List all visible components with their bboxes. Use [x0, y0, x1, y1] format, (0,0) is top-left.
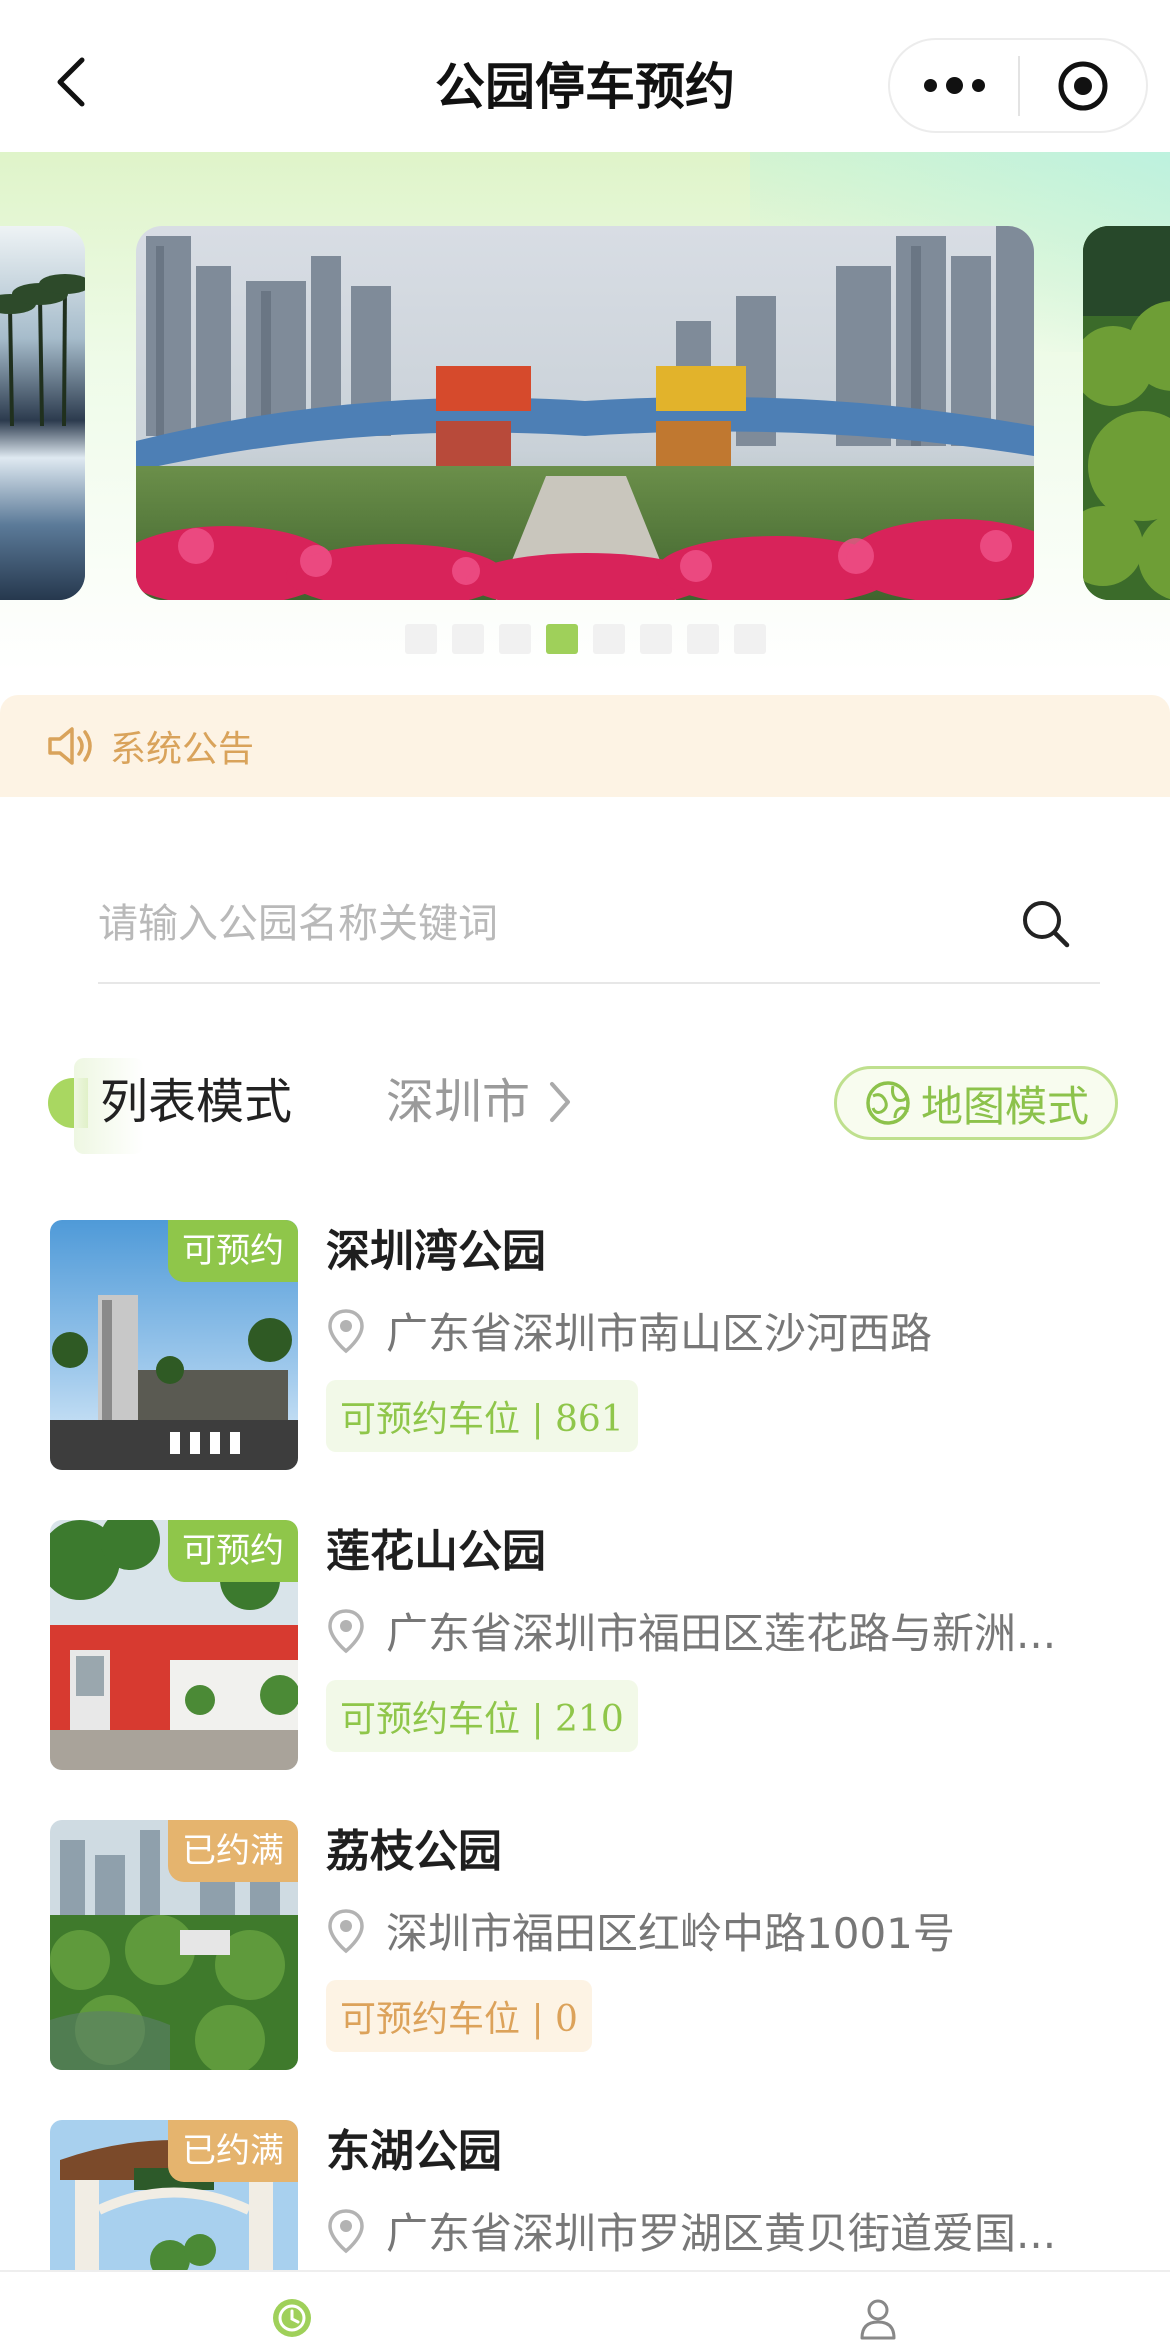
- park-thumbnail: 已约满: [50, 2120, 298, 2270]
- more-dot-icon: [971, 79, 985, 92]
- more-dot-icon: [945, 77, 963, 94]
- banner-slide-current[interactable]: [136, 226, 1034, 600]
- park-address-text: 广东省深圳市福田区莲花路与新洲...: [386, 1609, 1057, 1658]
- park-address: 广东省深圳市南山区沙河西路: [326, 1300, 1116, 1361]
- map-mode-label: 地图模式: [920, 1081, 1089, 1131]
- park-name: 东湖公园: [326, 2126, 502, 2177]
- notice-label: 系统公告: [110, 729, 255, 770]
- more-dot-icon: [923, 79, 937, 92]
- system-notice-bar[interactable]: 系统公告: [0, 695, 1170, 797]
- park-name: 荔枝公园: [326, 1826, 502, 1877]
- search-icon: [1023, 901, 1070, 948]
- pagination-dot[interactable]: [640, 624, 672, 654]
- park-address: 广东省深圳市福田区莲花路与新洲...: [326, 1600, 1116, 1661]
- tab-home[interactable]: [262, 2288, 322, 2348]
- park-thumbnail: 可预约: [50, 1220, 298, 1470]
- location-pin-icon: [328, 1608, 364, 1653]
- profile-icon: [860, 2299, 896, 2340]
- search-button[interactable]: [1016, 894, 1076, 954]
- park-status-badge: 可预约: [168, 1520, 298, 1582]
- pagination-dot[interactable]: [405, 624, 437, 654]
- park-address: 深圳市福田区红岭中路1001号: [326, 1900, 1116, 1961]
- location-pin-icon: [328, 1308, 364, 1353]
- palm-trees-image: [0, 226, 85, 600]
- home-clock-icon: [273, 2299, 311, 2337]
- park-thumbnail: 可预约: [50, 1520, 298, 1770]
- list-mode-tab[interactable]: 列表模式: [100, 1068, 292, 1136]
- available-slots-tag: 可预约车位 | 861: [326, 1380, 638, 1452]
- tab-profile[interactable]: [848, 2288, 908, 2348]
- target-icon: [1058, 61, 1108, 110]
- park-card[interactable]: 已约满 东湖公园 广东省深圳市罗湖区黄贝街道爱国...: [0, 2120, 1170, 2270]
- speaker-icon: [48, 727, 92, 765]
- park-status-badge: 可预约: [168, 1220, 298, 1282]
- forest-image: [1083, 226, 1170, 600]
- map-mode-button[interactable]: 地图模式: [834, 1066, 1118, 1140]
- park-card[interactable]: 可预约 莲花山公园 广东省深圳市福田区莲花路与新洲... 可预约车位 | 210: [0, 1520, 1170, 1770]
- park-status-badge: 已约满: [168, 2120, 298, 2182]
- globe-icon: [866, 1081, 910, 1125]
- close-program-button[interactable]: [1020, 40, 1146, 131]
- park-status-badge: 已约满: [168, 1820, 298, 1882]
- city-selector[interactable]: 深圳市: [386, 1068, 574, 1136]
- mini-program-capsule: [888, 38, 1148, 133]
- park-address-text: 广东省深圳市南山区沙河西路: [386, 1309, 933, 1358]
- available-slots-tag: 可预约车位 | 210: [326, 1680, 638, 1752]
- pagination-dot-active[interactable]: [546, 624, 578, 654]
- search-bar: [98, 866, 1100, 984]
- pagination-dot[interactable]: [734, 624, 766, 654]
- park-name: 莲花山公园: [326, 1526, 546, 1577]
- pagination-dot[interactable]: [687, 624, 719, 654]
- mode-switch-row: 列表模式 深圳市 地图模式: [0, 1050, 1170, 1154]
- banner-slide-prev[interactable]: [0, 226, 85, 600]
- park-name: 深圳湾公园: [326, 1226, 546, 1277]
- available-slots-tag: 可预约车位 | 0: [326, 1980, 592, 2052]
- search-input[interactable]: [98, 901, 978, 947]
- nav-header: 公园停车预约: [0, 0, 1170, 152]
- park-address-text: 广东省深圳市罗湖区黄贝街道爱国...: [386, 2209, 1057, 2258]
- city-civic-center-image: [136, 226, 1034, 600]
- park-card[interactable]: 可预约 深圳湾公园 广东省深圳市南山区沙河西路 可预约车位 | 861: [0, 1220, 1170, 1470]
- city-label: 深圳市: [386, 1074, 531, 1130]
- park-thumbnail: 已约满: [50, 1820, 298, 2070]
- bottom-tab-bar: [0, 2270, 1170, 2350]
- location-pin-icon: [328, 2208, 364, 2253]
- banner-slide-next[interactable]: [1083, 226, 1170, 600]
- park-address: 广东省深圳市罗湖区黄贝街道爱国...: [326, 2200, 1116, 2261]
- pagination-dot[interactable]: [452, 624, 484, 654]
- banner-pagination: [405, 624, 766, 654]
- park-address-text: 深圳市福田区红岭中路1001号: [386, 1909, 955, 1958]
- pagination-dot[interactable]: [499, 624, 531, 654]
- pagination-dot[interactable]: [593, 624, 625, 654]
- location-pin-icon: [328, 1908, 364, 1953]
- park-card[interactable]: 已约满 荔枝公园 深圳市福田区红岭中路1001号 可预约车位 | 0: [0, 1820, 1170, 2070]
- more-button[interactable]: [890, 40, 1018, 131]
- chevron-right-icon: [550, 1082, 571, 1122]
